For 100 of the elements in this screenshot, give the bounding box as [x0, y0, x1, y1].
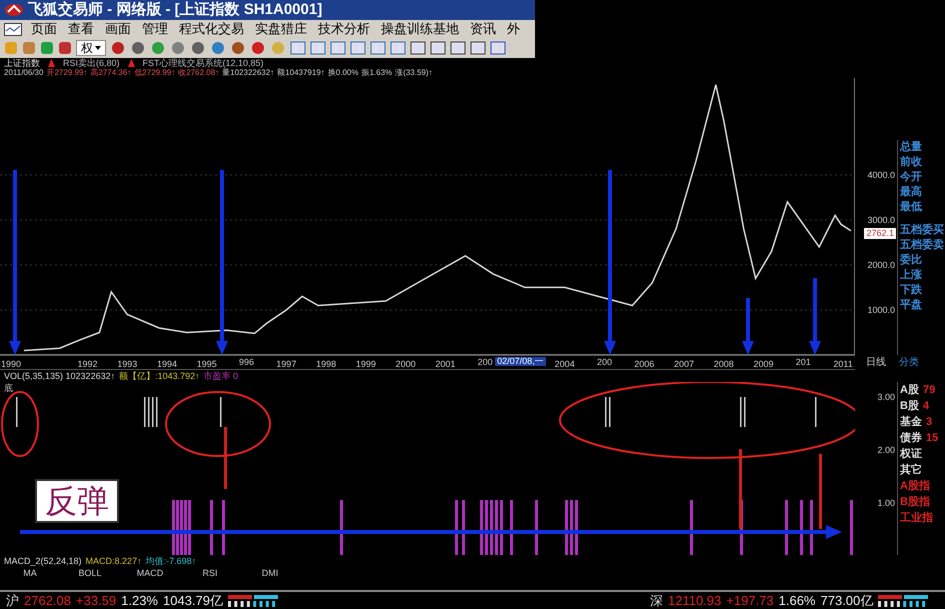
- market-label[interactable]: B股指: [900, 494, 930, 510]
- indicator-tab[interactable]: MACD: [120, 568, 180, 578]
- signal-line: [148, 397, 150, 427]
- signal-bar: [490, 500, 493, 555]
- turnover-amount: 773.00亿: [820, 592, 874, 609]
- axis-label: 1.00: [877, 497, 895, 510]
- quote-value: 2011/06/30: [4, 69, 44, 77]
- year-label: 2009: [754, 359, 774, 369]
- year-label: 2001: [435, 359, 456, 369]
- signal-bar: [485, 500, 488, 555]
- indicator-name: RSI卖出(6,80): [63, 58, 120, 68]
- price-tag: 2762.1: [864, 228, 896, 239]
- signal-bar: [785, 500, 788, 555]
- market-label[interactable]: 债券: [900, 430, 922, 446]
- signal-line: [144, 397, 146, 427]
- chart-window-icon[interactable]: [4, 22, 22, 36]
- year-label: 2011: [833, 359, 853, 369]
- signal-bar: [455, 500, 458, 555]
- menu-item[interactable]: 管理: [142, 19, 168, 39]
- year-label: 1998: [316, 359, 336, 369]
- macd-mean: 均值:-7.698↑: [146, 556, 196, 566]
- signal-bar: [800, 500, 803, 555]
- signal-line: [16, 397, 18, 427]
- year-label: 1992: [77, 359, 98, 369]
- year-label: 2007: [674, 359, 694, 369]
- quote-field-label: 今开: [900, 170, 923, 185]
- signal-bar: [340, 500, 343, 555]
- market-count: 4: [922, 399, 930, 414]
- panel-label: 底: [4, 382, 13, 395]
- signal-line: [224, 427, 227, 489]
- signal-line: [156, 397, 158, 427]
- window-title: 飞狐交易师 - 网络版 - [上证指数 SH1A0001]: [28, 0, 322, 20]
- signal-line: [609, 397, 610, 427]
- market-label[interactable]: A股指: [900, 478, 930, 494]
- menu-item[interactable]: 页面: [31, 19, 57, 39]
- breadth-bars-drawing: [228, 594, 278, 608]
- year-label: 996: [239, 358, 254, 367]
- market-label[interactable]: 基金: [900, 414, 922, 430]
- menu-item[interactable]: 外: [507, 19, 520, 39]
- market-label[interactable]: B股: [900, 398, 919, 414]
- signal-bar: [690, 500, 693, 555]
- signal-bar: [575, 500, 578, 555]
- year-label: 2006: [634, 359, 654, 369]
- quote-field-label: 最高: [900, 185, 923, 200]
- fox-logo-icon: [4, 3, 24, 17]
- axis-label: 4000.0: [867, 170, 895, 180]
- signal-line: [605, 397, 606, 427]
- quote-field-label: 上涨: [900, 268, 923, 283]
- quote-value: 额10437919↑: [277, 69, 325, 77]
- year-label: 1999: [356, 359, 376, 369]
- year-label: 201: [796, 358, 811, 367]
- year-label: 200: [478, 358, 493, 367]
- menu-item[interactable]: 查看: [68, 19, 94, 39]
- market-name: 深: [650, 592, 663, 609]
- triangle-icon: [48, 59, 55, 67]
- signal-line: [744, 397, 746, 427]
- index-price: 12110.93: [668, 592, 722, 609]
- menu-item[interactable]: 操盘训练基地: [381, 19, 459, 39]
- signal-bar: [462, 500, 465, 555]
- axis-label: 3.00: [877, 391, 895, 404]
- market-label[interactable]: 工业指: [900, 510, 933, 526]
- axis-label: 3000.0: [867, 214, 895, 225]
- market-label[interactable]: A股: [900, 382, 919, 398]
- quote-value: 涨(33.59)↑: [395, 69, 433, 77]
- indicator-tab[interactable]: RSI: [180, 568, 240, 578]
- signal-bar: [480, 500, 483, 555]
- indicator-name: 上证指数: [4, 58, 40, 68]
- market-count: 15: [926, 431, 938, 446]
- signal-line: [740, 397, 742, 427]
- signal-line: [815, 397, 816, 427]
- turnover-amount: 1043.79亿: [163, 592, 223, 609]
- rights-dropdown[interactable]: 权: [76, 40, 106, 56]
- market-name: 沪: [6, 592, 19, 609]
- quote-value: 低2729.99↑: [134, 69, 176, 77]
- category-tab[interactable]: 分类: [897, 355, 919, 370]
- indicator-tab[interactable]: MA: [0, 568, 60, 578]
- quote-field-label: 最低: [900, 200, 923, 215]
- breadth-bars-drawing: [878, 594, 928, 608]
- signal-bar: [535, 500, 538, 555]
- indicator-tab[interactable]: DMI: [240, 568, 300, 578]
- index-price: 2762.08: [24, 592, 71, 609]
- indicator-tab[interactable]: BOLL: [60, 568, 120, 578]
- market-label[interactable]: 其它: [900, 462, 922, 478]
- menu-item[interactable]: 实盘猎庄: [255, 19, 307, 39]
- quote-field-label: 委比: [900, 253, 923, 268]
- menu-item[interactable]: 程式化交易: [179, 19, 244, 39]
- menu-item[interactable]: 资讯: [470, 19, 496, 39]
- pe-value: 市盈率 0: [204, 372, 238, 380]
- quote-value: 收2762.08↑: [178, 69, 220, 77]
- quote-field-label: 前收: [900, 155, 923, 170]
- signal-bar: [850, 500, 853, 555]
- signal-bar: [810, 500, 813, 555]
- menu-item[interactable]: 技术分析: [318, 19, 370, 39]
- market-count: 3: [926, 415, 932, 430]
- year-label: 1994: [157, 359, 178, 369]
- triangle-icon: [128, 59, 135, 67]
- signal-bar: [565, 500, 568, 555]
- market-label[interactable]: 权证: [900, 446, 922, 462]
- menu-item[interactable]: 画面: [105, 19, 131, 39]
- quote-value: 换0.00%: [328, 69, 358, 77]
